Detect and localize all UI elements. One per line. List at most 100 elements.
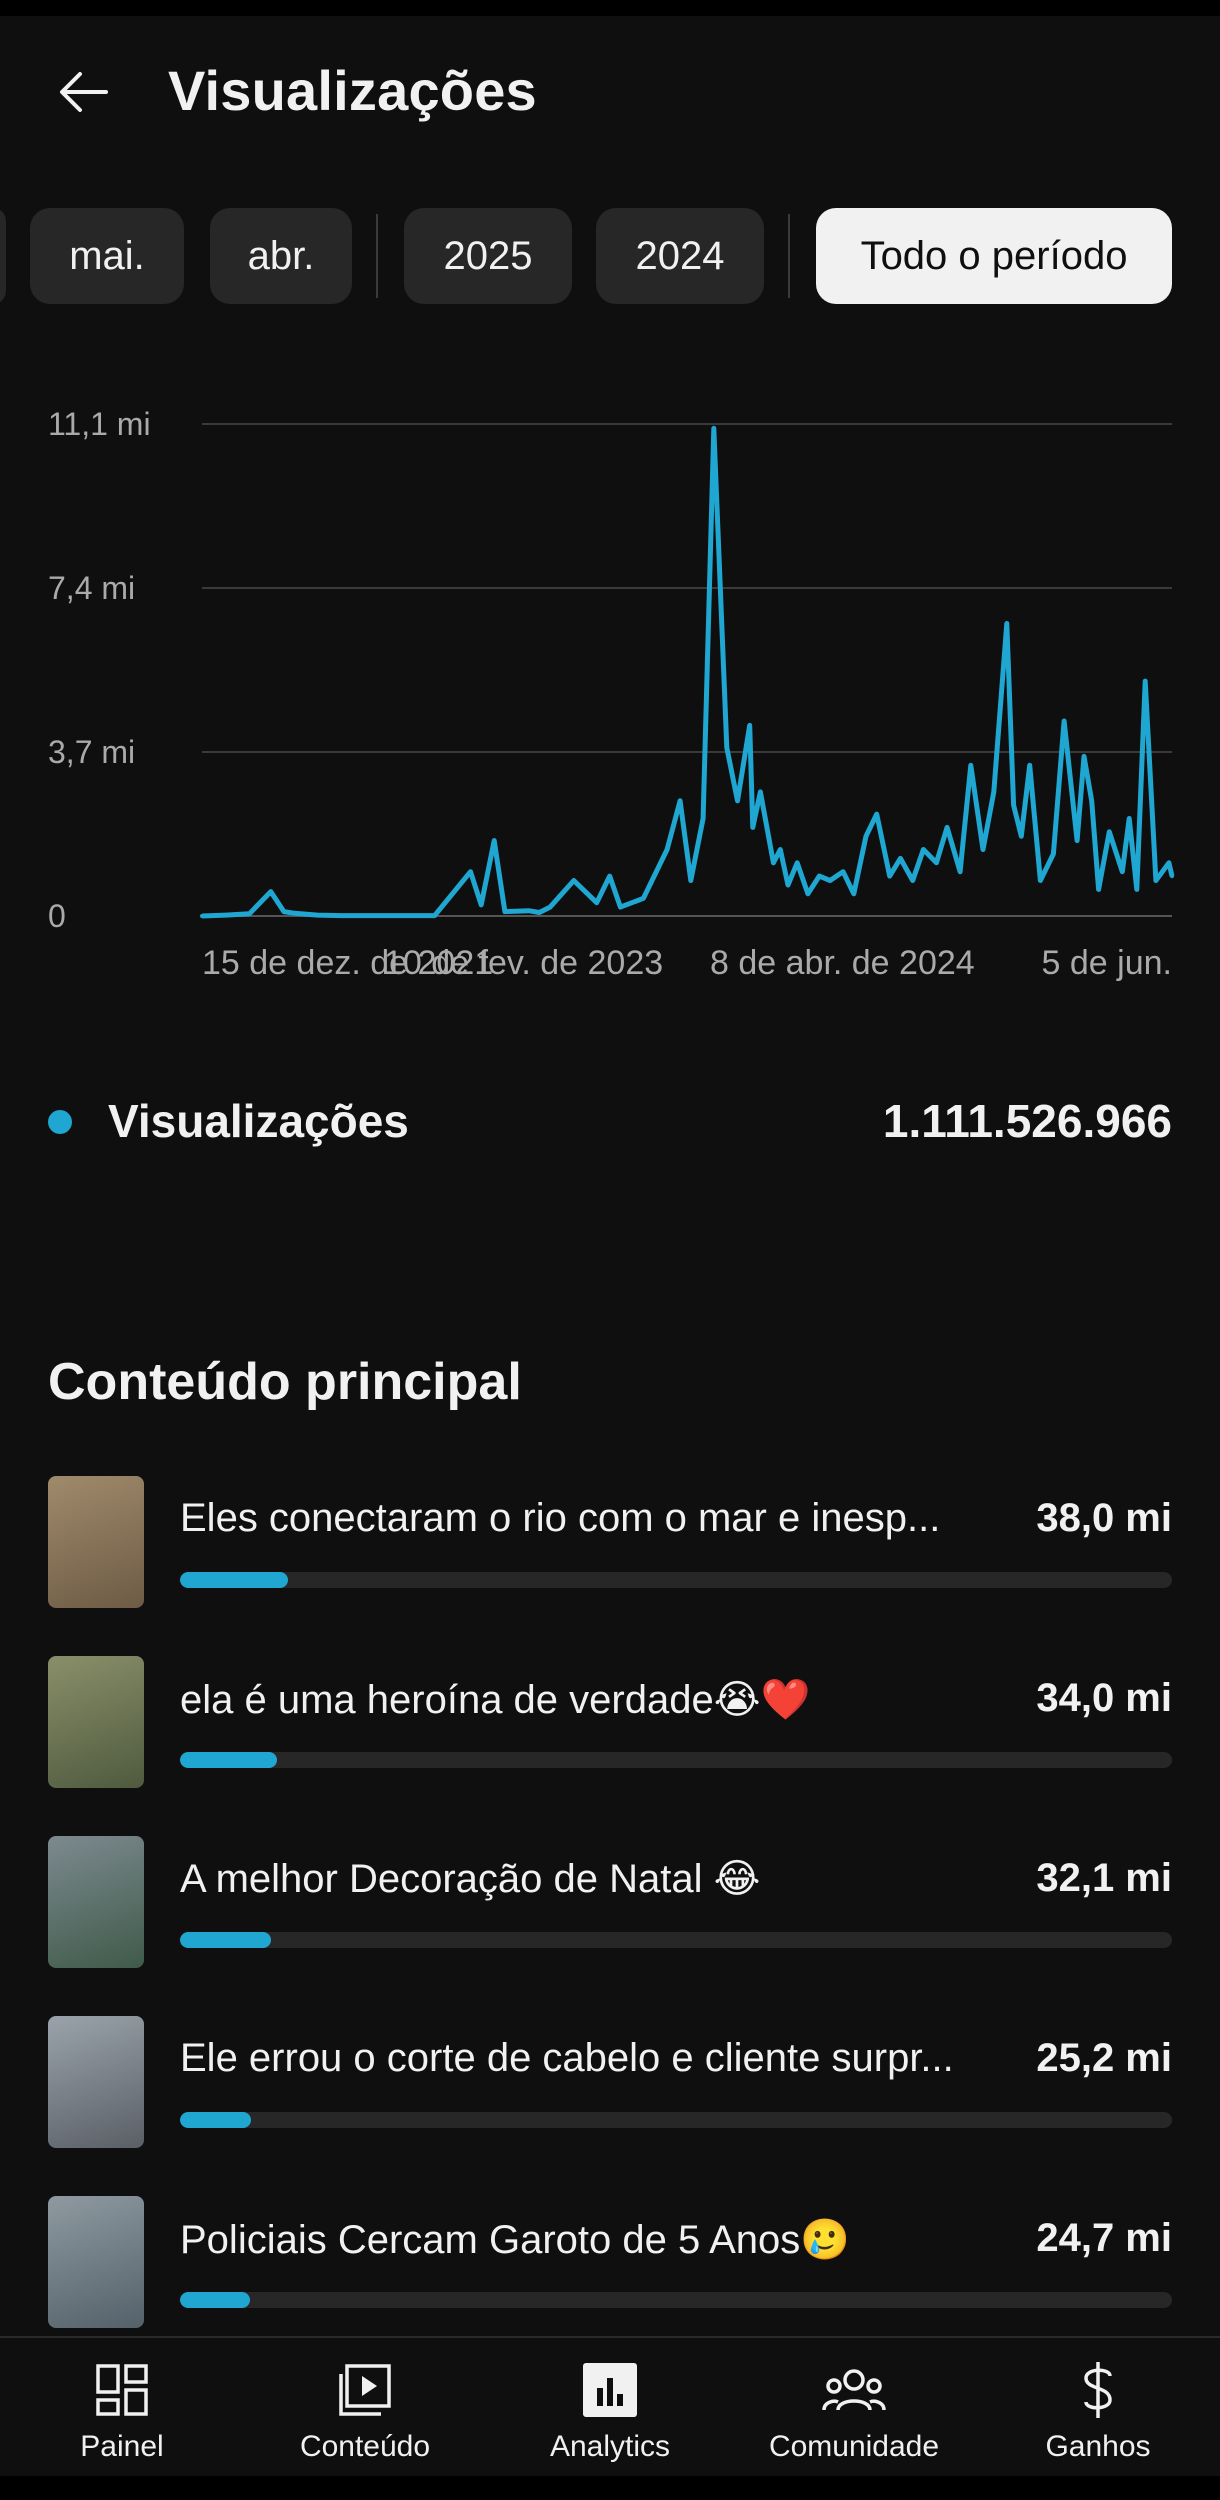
nav-painel[interactable]: Painel [12,2338,232,2478]
chip-divider [788,214,790,298]
video-title: ela é uma heroína de verdade😭❤️ [180,1678,811,1722]
nav-ganhos[interactable]: Ganhos [988,2338,1208,2478]
legend-label: Visualizações [108,1095,409,1147]
views-data-point [874,812,879,817]
y-tick-label: 3,7 mi [48,734,135,770]
views-data-point [200,914,204,918]
legend-total: 1.111.526.966 [882,1095,1172,1147]
views-data-point [468,869,473,874]
views-data-point [618,905,623,910]
chip-2025[interactable]: 2025 [404,208,572,304]
nav-conteudo[interactable]: Conteúdo [255,2338,475,2478]
views-data-point [778,847,783,852]
views-data-point [665,847,670,852]
views-data-point [921,847,926,852]
views-data-point [688,878,693,883]
views-data-point [795,860,800,865]
views-data-point [1051,851,1056,856]
content-item[interactable]: Policiais Cercam Garoto de 5 Anos🥲 24,7 m… [0,2196,1220,2330]
content-item[interactable]: Ele errou o corte de cabelo e cliente su… [0,2016,1220,2150]
video-thumbnail[interactable] [48,2016,144,2148]
chip-2024[interactable]: 2024 [596,208,764,304]
chip-may[interactable]: mai. [30,208,184,304]
period-chips: mai. abr. 2025 2024 Todo o período [0,208,1220,304]
video-thumbnail[interactable] [48,1836,144,1968]
views-data-point [1166,860,1171,865]
content-item[interactable]: A melhor Decoração de Natal 😂 32,1 mi [0,1836,1220,1970]
views-data-point [304,912,309,917]
nav-comunidade[interactable]: Comunidade [744,2338,964,2478]
nav-label: Ganhos [1045,2430,1151,2463]
video-thumbnail[interactable] [48,2196,144,2328]
views-bar-fill [180,2292,251,2308]
views-data-point [594,900,599,905]
views-data-point [385,913,390,918]
analytics-icon [578,2358,642,2422]
nav-analytics[interactable]: Analytics [500,2338,720,2478]
views-data-point [851,891,856,896]
views-data-point [864,834,868,839]
video-views: 34,0 mi [1036,1676,1172,1720]
content-item[interactable]: ela é uma heroína de verdade😭❤️ 34,0 mi [0,1656,1220,1790]
dashboard-icon [90,2358,154,2422]
views-data-point [1143,679,1148,684]
views-data-point [1153,878,1158,883]
views-data-point [247,911,252,916]
y-tick-label: 11,1 mi [48,406,151,442]
dollar-icon [1066,2358,1130,2422]
views-data-point [817,874,822,879]
y-tick-label: 0 [48,898,66,934]
views-data-point [678,798,683,803]
views-chart-svg: 11,1 mi7,4 mi3,7 mi015 de dez. de 202110… [48,406,1175,982]
views-bar-fill [180,2112,252,2128]
views-bar-fill [180,1572,289,1588]
views-bar [180,1752,1172,1768]
views-bar [180,1932,1172,1948]
views-bar [180,2112,1172,2128]
views-data-point [910,878,915,883]
views-data-point [841,869,846,874]
content-item[interactable]: Eles conectaram o rio com o mar e inesp.… [0,1476,1220,1610]
video-thumbnail[interactable] [48,1476,144,1608]
views-data-point [526,908,531,913]
views-data-point [292,911,297,916]
chip-all-time[interactable]: Todo o período [816,208,1172,304]
views-data-point [701,816,706,821]
views-data-point [828,878,833,883]
analytics-screen: Visualizações mai. abr. 2025 2024 Todo o… [0,0,1220,2500]
chip-april[interactable]: abr. [210,208,352,304]
nav-label: Comunidade [768,2430,940,2463]
video-title: Ele errou o corte de cabelo e cliente su… [180,2036,954,2080]
views-data-point [1127,816,1132,821]
x-tick-label: 8 de abr. de 2024 [710,944,975,982]
views-data-point [1038,878,1043,883]
legend-dot [48,1110,72,1134]
views-bar [180,2292,1172,2308]
nav-label: Conteúdo [299,2430,431,2463]
views-data-point [1134,887,1139,892]
status-bar [0,0,1220,16]
views-data-point [1019,834,1024,839]
x-tick-label: 5 de jun. [1042,944,1172,982]
gesture-bar [0,2476,1220,2500]
views-data-point [1107,829,1112,834]
views-data-point [1004,621,1009,626]
section-title: Conteúdo principal [48,1353,522,1411]
video-thumbnail[interactable] [48,1656,144,1788]
content-icon [333,2358,397,2422]
back-button[interactable] [52,60,116,124]
views-data-point [641,896,646,901]
header: Visualizações [0,40,1220,140]
back-arrow-icon [60,72,108,112]
views-data-point [432,913,437,918]
views-chart[interactable]: 11,1 mi 7,4 mi 3,7 mi 0 15 de dez. de 2021 10… [0,380,1220,1040]
views-data-point [758,789,763,794]
views-data-point [281,909,286,914]
legend-row: Visualizações 1.111.526.966 [0,1090,1220,1154]
views-data-point [805,891,810,896]
views-bar [180,1572,1172,1588]
views-data-point [747,723,752,728]
views-data-point [945,825,950,830]
chip-partial[interactable] [0,208,6,304]
views-data-point [958,869,963,874]
